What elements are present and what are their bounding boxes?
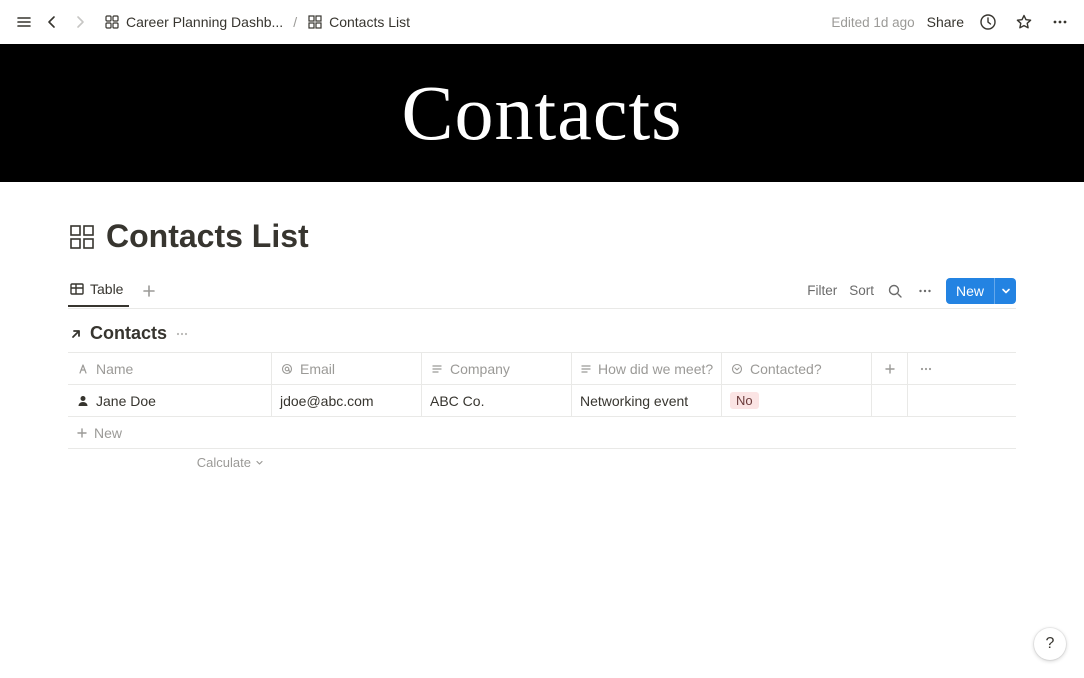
text-prop-icon [580,362,592,376]
view-more-icon[interactable] [916,282,934,300]
col-name-label: Name [96,361,133,377]
col-contacted[interactable]: Contacted? [722,353,872,384]
new-button[interactable]: New [946,278,1016,304]
add-view-button[interactable] [137,279,161,303]
col-email-label: Email [300,361,335,377]
cover: Contacts [0,44,1084,182]
contacted-tag: No [730,392,759,409]
breadcrumb-sep: / [293,14,297,30]
cell-contacted[interactable]: No [722,385,872,416]
more-icon[interactable] [1048,10,1072,34]
sort-button[interactable]: Sort [849,283,874,298]
linked-db-more-icon[interactable] [173,325,191,343]
edited-label: Edited 1d ago [831,15,914,30]
page-title-icon [68,223,96,251]
back-button[interactable] [40,10,64,34]
help-button[interactable]: ? [1034,628,1066,660]
filter-button[interactable]: Filter [807,283,837,298]
new-button-label: New [946,279,994,303]
cell-email[interactable]: jdoe@abc.com [272,385,422,416]
tab-table[interactable]: Table [68,275,129,307]
select-prop-icon [730,362,744,376]
arrow-upright-icon [68,326,84,342]
linked-db-title-row: Contacts [68,323,1016,344]
person-icon [76,394,90,408]
title-prop-icon [76,362,90,376]
page-title-row: Contacts List [68,218,1016,255]
search-icon[interactable] [886,282,904,300]
table-footer: Calculate [68,449,1016,470]
cell-company[interactable]: ABC Co. [422,385,572,416]
tab-table-label: Table [90,281,123,297]
cell-how[interactable]: Networking event [572,385,722,416]
hamburger-icon[interactable] [12,10,36,34]
topbar: Career Planning Dashb... / Contacts List… [0,0,1084,44]
breadcrumb: Career Planning Dashb... / Contacts List [100,12,414,32]
col-name[interactable]: Name [68,353,272,384]
table: Name Email Company How did we meet? [68,352,1016,449]
table-header: Name Email Company How did we meet? [68,353,1016,385]
add-column-button[interactable] [872,353,908,384]
chevron-down-icon[interactable] [994,278,1016,304]
help-label: ? [1046,635,1055,653]
col-company[interactable]: Company [422,353,572,384]
linked-db-title[interactable]: Contacts [90,323,167,344]
add-row-button[interactable]: New [68,417,1016,449]
add-row-label: New [94,425,122,441]
calculate-button[interactable]: Calculate [68,449,272,470]
cell-empty [872,385,908,416]
cell-how-value: Networking event [580,393,688,409]
dashboard-icon [104,14,120,30]
cell-email-value: jdoe@abc.com [280,393,374,409]
chevron-down-icon [255,458,264,467]
topbar-right: Edited 1d ago Share [831,10,1072,34]
col-contacted-label: Contacted? [750,361,822,377]
star-icon[interactable] [1012,10,1036,34]
forward-button [68,10,92,34]
breadcrumb-current-label: Contacts List [329,14,410,30]
page-title[interactable]: Contacts List [106,218,309,255]
list-page-icon [307,14,323,30]
page-body: Contacts List Table Filter Sort New [0,182,1084,470]
calculate-label: Calculate [197,455,251,470]
breadcrumb-parent-label: Career Planning Dashb... [126,14,283,30]
cell-name-value: Jane Doe [96,393,156,409]
col-email[interactable]: Email [272,353,422,384]
cell-empty [908,385,944,416]
cell-name[interactable]: Jane Doe [68,385,272,416]
col-company-label: Company [450,361,510,377]
breadcrumb-current[interactable]: Contacts List [303,12,414,32]
breadcrumb-parent[interactable]: Career Planning Dashb... [100,12,287,32]
share-button[interactable]: Share [927,14,964,30]
text-prop-icon [430,362,444,376]
cover-title: Contacts [402,68,683,158]
table-icon [70,282,84,296]
table-more-icon[interactable] [908,353,944,384]
col-how[interactable]: How did we meet? [572,353,722,384]
plus-icon [76,427,88,439]
clock-icon[interactable] [976,10,1000,34]
at-prop-icon [280,362,294,376]
cell-company-value: ABC Co. [430,393,484,409]
col-how-label: How did we meet? [598,361,713,377]
table-row[interactable]: Jane Doe jdoe@abc.com ABC Co. Networking… [68,385,1016,417]
view-bar: Table Filter Sort New [68,273,1016,309]
view-toolbar: Filter Sort New [807,273,1016,308]
